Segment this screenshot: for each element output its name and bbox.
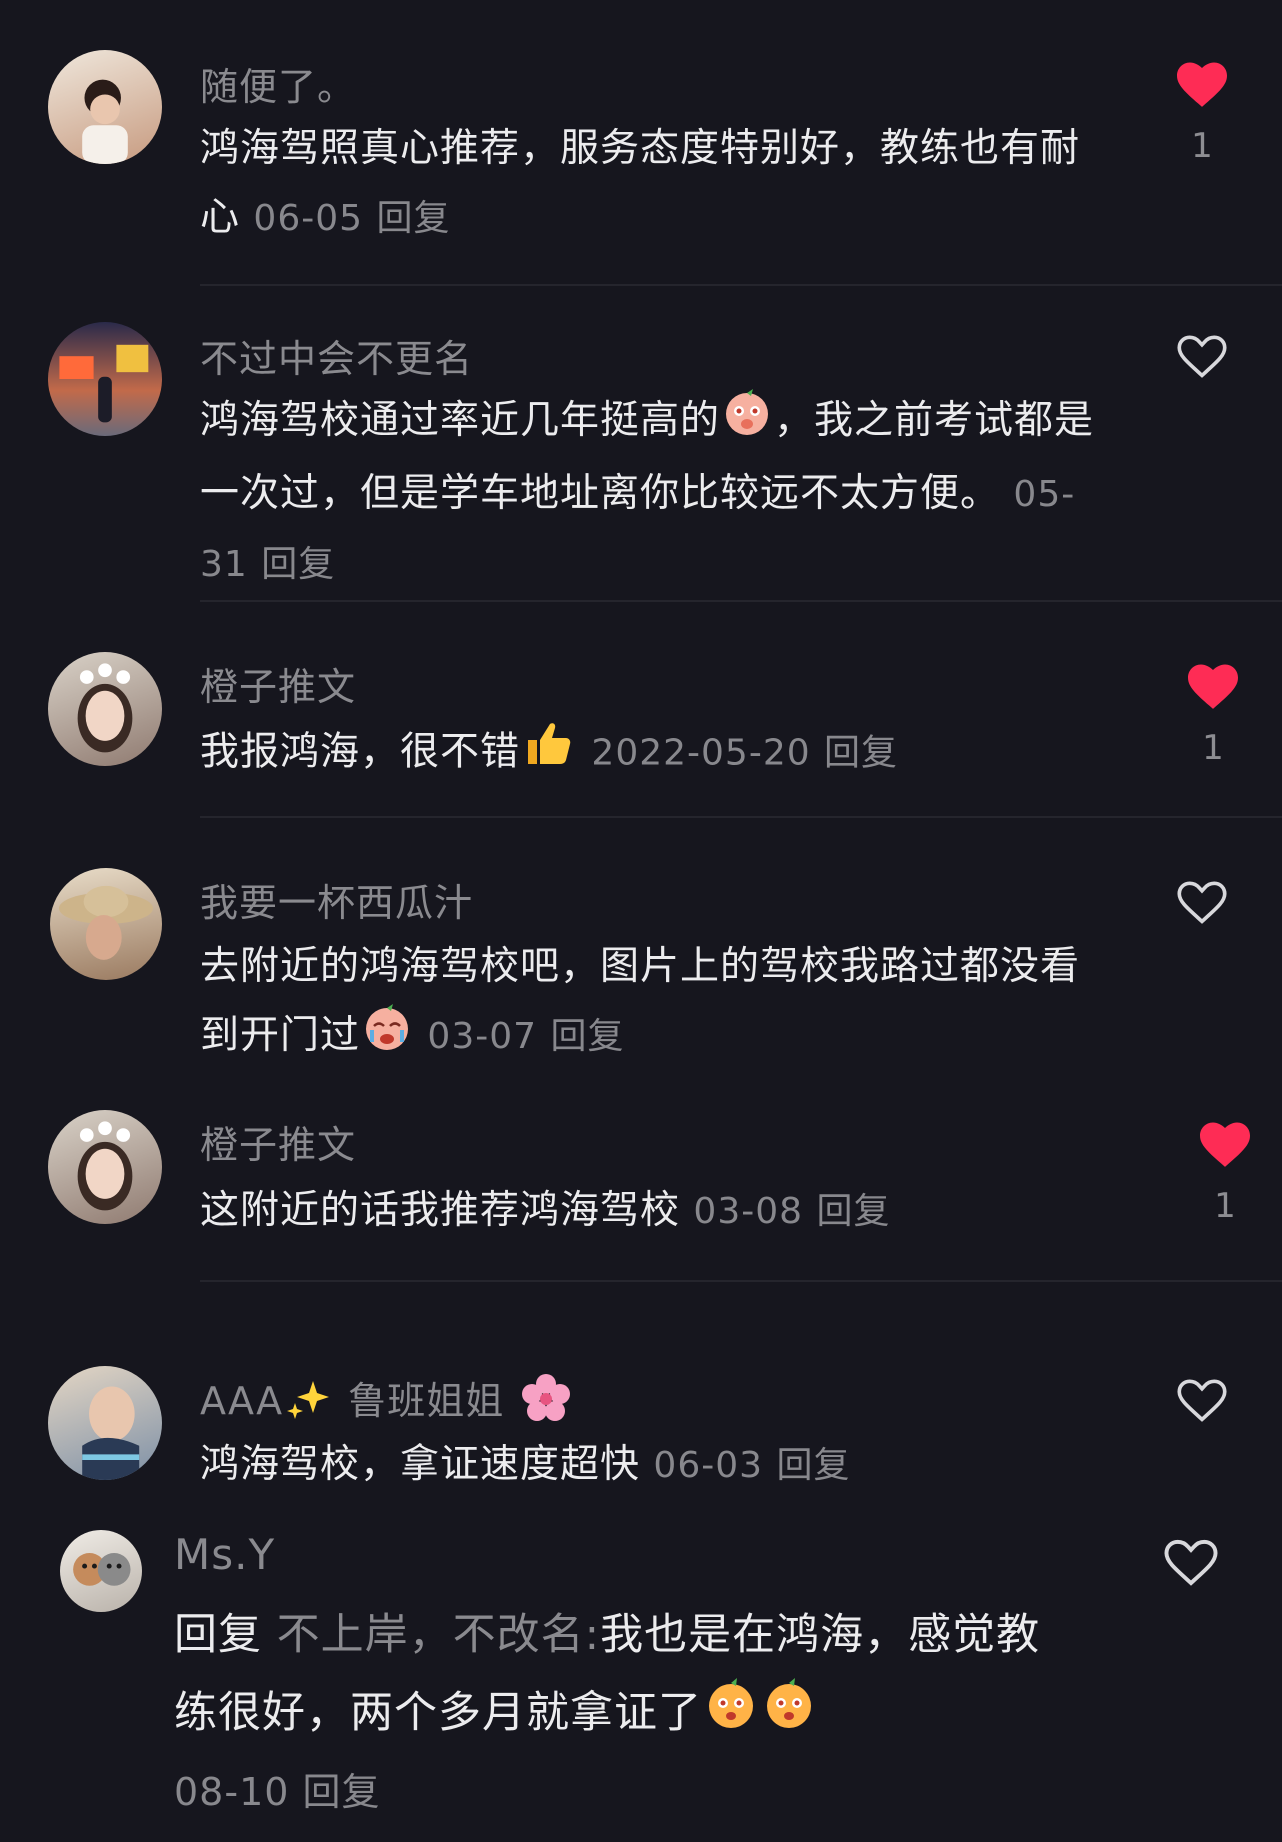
comment-divider <box>200 816 1282 818</box>
sparkles-emoji-icon <box>285 1375 333 1432</box>
username-part: 鲁班姐姐 <box>348 1379 505 1423</box>
heart-outline-icon <box>1177 1379 1227 1422</box>
comment-body: 鸿海驾校，拿证速度超快 <box>200 1442 641 1487</box>
avatar[interactable] <box>48 322 162 436</box>
heart-filled-icon <box>1200 1122 1250 1167</box>
reply-prefix: 回复 <box>174 1610 262 1660</box>
thumbs-up-emoji-icon <box>522 716 576 792</box>
comment-username[interactable]: 不过中会不更名 <box>200 328 473 383</box>
comment-username[interactable]: AAA 鲁班姐姐 <box>200 1370 575 1435</box>
like-count: 1 <box>1202 728 1224 768</box>
like-count: 1 <box>1214 1186 1236 1226</box>
avatar[interactable] <box>60 1530 142 1612</box>
peach-face-emoji-icon <box>762 1676 816 1755</box>
avatar[interactable] <box>48 652 162 766</box>
comment-date: 08-10 <box>174 1770 290 1814</box>
reply-button[interactable]: 回复 <box>776 1445 850 1486</box>
avatar[interactable] <box>48 1110 162 1224</box>
comment-divider <box>200 284 1282 286</box>
comment-date: 03-08 <box>693 1191 804 1232</box>
comment-text: 回复 不上岸，不改名:我也是在鸿海，感觉教练很好，两个多月就拿证了 08-10 … <box>174 1596 1074 1829</box>
comment-text: 这附近的话我推荐鸿海驾校 03-08 回复 <box>200 1176 1100 1246</box>
like-button[interactable]: 1 <box>1178 660 1248 768</box>
like-button[interactable]: 1 <box>1167 58 1237 166</box>
heart-outline-icon <box>1177 335 1227 378</box>
blushing-peach-emoji-icon <box>722 387 772 459</box>
comment-username[interactable]: 随便了。 <box>200 56 356 111</box>
like-count: 1 <box>1191 126 1213 166</box>
reply-button[interactable]: 回复 <box>816 1191 890 1232</box>
username-part: AAA <box>200 1379 284 1423</box>
like-button[interactable]: 1 <box>1190 1118 1260 1226</box>
comment-divider <box>200 600 1282 602</box>
reply-to-user[interactable]: 不上岸，不改名: <box>277 1610 601 1660</box>
cherry-blossom-emoji-icon <box>519 1372 573 1435</box>
comment-text: 鸿海驾照真心推荐，服务态度特别好，教练也有耐心 06-05 回复 <box>200 114 1100 253</box>
heart-outline-icon <box>1177 881 1227 924</box>
comment-body: 我报鸿海，很不错 <box>200 729 521 775</box>
comment-body: 这附近的话我推荐鸿海驾校 <box>200 1188 681 1233</box>
comment-username[interactable]: Ms.Y <box>174 1530 275 1579</box>
comment-body: 鸿海驾校通过率近几年挺高的 <box>200 398 721 443</box>
reply-button[interactable]: 回复 <box>376 198 450 239</box>
heart-filled-icon <box>1177 62 1227 107</box>
comment-username[interactable]: 橙子推文 <box>200 1114 356 1169</box>
reply-button[interactable]: 回复 <box>824 733 898 774</box>
comment-text: 我报鸿海，很不错 2022-05-20 回复 <box>200 716 1100 792</box>
like-button[interactable] <box>1167 876 1237 926</box>
like-button[interactable] <box>1167 1374 1237 1424</box>
comment-username[interactable]: 我要一杯西瓜汁 <box>200 872 473 927</box>
comment-text: 鸿海驾校通过率近几年挺高的 ，我之前考试都是一次过，但是学车地址离你比较远不太方便… <box>200 386 1100 599</box>
like-button[interactable] <box>1156 1534 1226 1588</box>
crying-peach-emoji-icon <box>362 1002 412 1074</box>
comment-date: 03-07 <box>427 1016 538 1057</box>
comment-date: 06-03 <box>653 1445 764 1486</box>
avatar[interactable] <box>48 1366 162 1480</box>
peach-face-emoji-icon <box>704 1676 758 1755</box>
like-button[interactable] <box>1167 330 1237 380</box>
avatar[interactable] <box>48 50 162 164</box>
comment-body: 去附近的鸿海驾校吧，图片上的驾校我路过都没看到开门过 <box>200 944 1081 1058</box>
reply-button[interactable]: 回复 <box>303 1770 381 1814</box>
comment-divider <box>200 1280 1282 1282</box>
heart-outline-icon <box>1164 1539 1218 1586</box>
heart-filled-icon <box>1188 664 1238 709</box>
comment-date: 2022-05-20 <box>591 732 811 774</box>
avatar[interactable] <box>50 868 162 980</box>
reply-button[interactable]: 回复 <box>261 544 335 585</box>
comment-text: 鸿海驾校，拿证速度超快 06-03 回复 <box>200 1430 1100 1500</box>
comment-text: 去附近的鸿海驾校吧，图片上的驾校我路过都没看到开门过 03-07 回复 <box>200 932 1100 1074</box>
comment-username[interactable]: 橙子推文 <box>200 656 356 711</box>
comment-date: 06-05 <box>253 198 364 239</box>
reply-button[interactable]: 回复 <box>550 1016 624 1057</box>
